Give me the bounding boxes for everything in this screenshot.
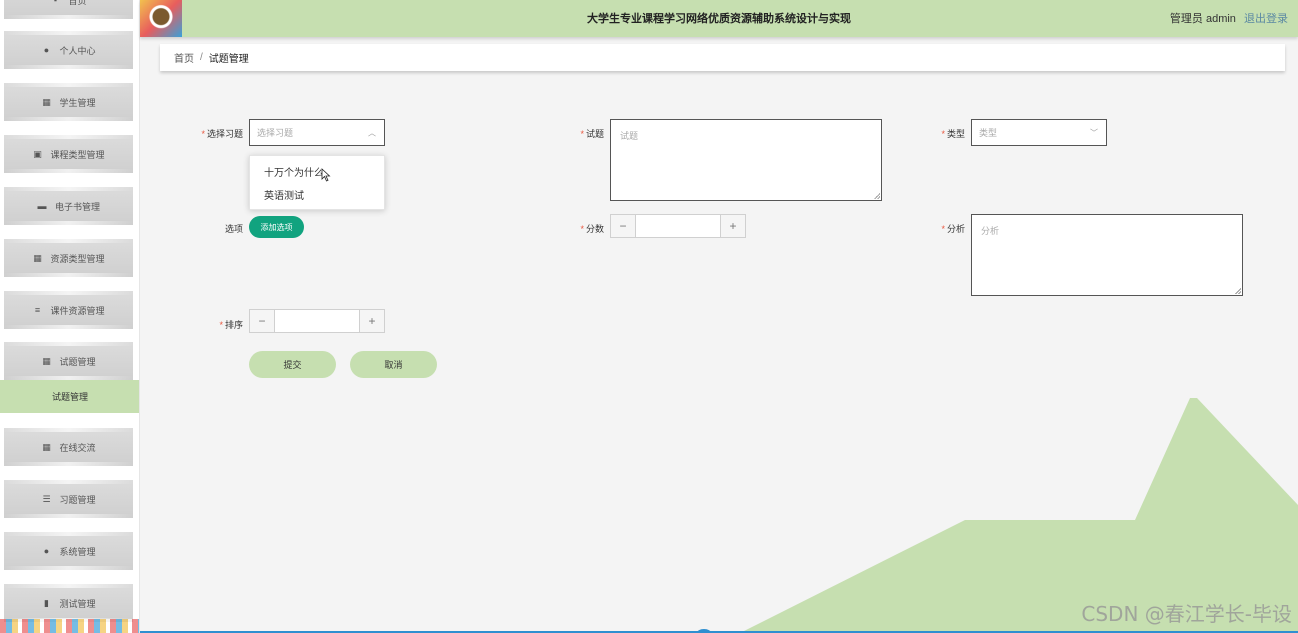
breadcrumb-separator: / bbox=[200, 52, 203, 63]
sidebar-item-chat[interactable]: ▦ 在线交流 bbox=[4, 428, 133, 466]
exercise-label: * 选择习题 bbox=[190, 127, 243, 140]
sidebar-item-system[interactable]: ● 系统管理 bbox=[4, 532, 133, 570]
minus-icon[interactable]: − bbox=[250, 310, 274, 332]
scroll-handle[interactable] bbox=[697, 629, 711, 633]
sidebar-item-label: 在线交流 bbox=[59, 442, 96, 453]
sidebar-subitem-label: 试题管理 bbox=[51, 392, 88, 402]
score-input[interactable] bbox=[635, 215, 721, 237]
plus-icon[interactable]: + bbox=[360, 310, 384, 332]
sort-label: * 排序 bbox=[200, 318, 243, 331]
sidebar-item-tests[interactable]: ▮ 测试管理 bbox=[4, 584, 133, 622]
sidebar-item-label: 测试管理 bbox=[59, 598, 96, 609]
watermark: CSDN @春江学长-毕设 bbox=[1081, 602, 1292, 626]
mouse-cursor-icon bbox=[321, 168, 331, 182]
required-mark: * bbox=[201, 129, 205, 139]
logout-link[interactable]: 退出登录 bbox=[1244, 13, 1288, 25]
score-stepper: − + bbox=[610, 214, 746, 238]
analysis-placeholder: 分析 bbox=[981, 226, 1000, 236]
question-label: * 试题 bbox=[560, 127, 604, 140]
sidebar-item-home[interactable]: ▪ 首页 bbox=[4, 0, 133, 19]
user-area: 管理员 admin 退出登录 bbox=[1170, 10, 1288, 26]
chevron-up-icon: ︿ bbox=[368, 128, 376, 137]
background-mountain bbox=[740, 398, 1298, 633]
type-label: * 类型 bbox=[920, 127, 965, 140]
image-icon: ▣ bbox=[33, 148, 42, 159]
decorative-art bbox=[0, 619, 139, 633]
required-mark: * bbox=[219, 320, 223, 330]
analysis-label-text: 分析 bbox=[946, 224, 965, 234]
sidebar-item-exercises[interactable]: ☰ 习题管理 bbox=[4, 480, 133, 518]
sidebar-item-students[interactable]: ▦ 学生管理 bbox=[4, 83, 133, 121]
resize-handle-icon[interactable] bbox=[874, 193, 880, 199]
required-mark: * bbox=[941, 129, 945, 139]
sidebar-item-label: 课程类型管理 bbox=[50, 149, 105, 160]
exercise-dropdown: 十万个为什么 英语测试 bbox=[249, 155, 385, 210]
required-mark: * bbox=[580, 224, 584, 234]
sidebar-item-label: 习题管理 bbox=[59, 494, 96, 505]
sidebar-item-label: 电子书管理 bbox=[54, 201, 100, 212]
sidebar: ▪ 首页 ● 个人中心 ▦ 学生管理 ▣ 课程类型管理 ▬ 电子书管理 ▦ 资源类型管理 ≡… bbox=[0, 0, 140, 633]
sidebar-item-label: 课件资源管理 bbox=[50, 305, 105, 316]
sort-input[interactable] bbox=[274, 310, 360, 332]
sort-stepper: − + bbox=[249, 309, 385, 333]
cancel-button[interactable]: 取消 bbox=[350, 351, 437, 378]
grid-icon: ▦ bbox=[42, 441, 51, 452]
options-label: 选项 bbox=[224, 224, 243, 234]
page-title: 大学生专业课程学习网络优质资源辅助系统设计与实现 bbox=[587, 13, 851, 25]
required-mark: * bbox=[580, 129, 584, 139]
user-label: 管理员 admin bbox=[1169, 13, 1236, 25]
score-label-text: 分数 bbox=[585, 224, 604, 234]
breadcrumb-current: 试题管理 bbox=[208, 54, 249, 65]
sidebar-item-profile[interactable]: ● 个人中心 bbox=[4, 31, 133, 69]
minus-icon[interactable]: − bbox=[611, 215, 635, 237]
home-icon: ▪ bbox=[53, 0, 58, 5]
grid-icon: ▦ bbox=[42, 96, 51, 107]
briefcase-icon: ▬ bbox=[37, 201, 47, 211]
score-label: * 分数 bbox=[560, 222, 604, 235]
type-label-text: 类型 bbox=[946, 129, 965, 139]
chevron-down-icon: ﹀ bbox=[1090, 128, 1098, 137]
breadcrumb-home[interactable]: 首页 bbox=[174, 50, 194, 65]
sidebar-item-label: 学生管理 bbox=[59, 97, 96, 108]
sidebar-item-courseware[interactable]: ≡ 课件资源管理 bbox=[4, 291, 133, 329]
resize-handle-icon[interactable] bbox=[1235, 288, 1241, 294]
sidebar-item-resource-types[interactable]: ▦ 资源类型管理 bbox=[4, 239, 133, 277]
sidebar-item-label: 系统管理 bbox=[59, 546, 96, 557]
list-icon: ☰ bbox=[42, 493, 51, 504]
sidebar-item-label: 资源类型管理 bbox=[50, 253, 105, 264]
sidebar-item-course-types[interactable]: ▣ 课程类型管理 bbox=[4, 135, 133, 173]
add-option-button[interactable]: 添加选项 bbox=[249, 216, 304, 238]
question-placeholder: 试题 bbox=[620, 131, 639, 141]
sidebar-item-label: 个人中心 bbox=[59, 45, 96, 56]
question-label-text: 试题 bbox=[585, 129, 604, 139]
sliders-icon: ≡ bbox=[34, 305, 41, 315]
user-icon: ● bbox=[43, 45, 50, 55]
sidebar-item-label: 首页 bbox=[68, 0, 87, 6]
table-icon: ▦ bbox=[42, 355, 51, 366]
grid-icon: ▦ bbox=[33, 252, 42, 263]
sidebar-subitem-questions[interactable]: 试题管理 bbox=[0, 380, 139, 413]
dropdown-option[interactable]: 英语测试 bbox=[250, 183, 384, 206]
exercise-label-text: 选择习题 bbox=[206, 129, 243, 139]
bar-chart-icon: ▮ bbox=[44, 597, 49, 608]
sidebar-item-label: 试题管理 bbox=[59, 356, 96, 367]
type-select[interactable]: 类型 ﹀ bbox=[971, 119, 1107, 146]
breadcrumb: 首页 / 试题管理 bbox=[160, 44, 1285, 71]
type-placeholder: 类型 bbox=[979, 128, 998, 138]
sidebar-item-ebooks[interactable]: ▬ 电子书管理 bbox=[4, 187, 133, 225]
dropdown-option[interactable]: 十万个为什么 bbox=[250, 160, 384, 183]
user-icon: ● bbox=[43, 546, 50, 556]
header: 大学生专业课程学习网络优质资源辅助系统设计与实现 管理员 admin 退出登录 bbox=[140, 0, 1298, 37]
submit-button[interactable]: 提交 bbox=[249, 351, 336, 378]
analysis-textarea[interactable]: 分析 bbox=[971, 214, 1243, 296]
required-mark: * bbox=[941, 224, 945, 234]
plus-icon[interactable]: + bbox=[721, 215, 745, 237]
sort-label-text: 排序 bbox=[224, 320, 243, 330]
exercise-select[interactable]: 选择习题 ︿ bbox=[249, 119, 385, 146]
exercise-placeholder: 选择习题 bbox=[257, 128, 294, 138]
question-textarea[interactable]: 试题 bbox=[610, 119, 882, 201]
sidebar-item-questions[interactable]: ▦ 试题管理 bbox=[4, 342, 133, 380]
analysis-label: * 分析 bbox=[920, 222, 965, 235]
